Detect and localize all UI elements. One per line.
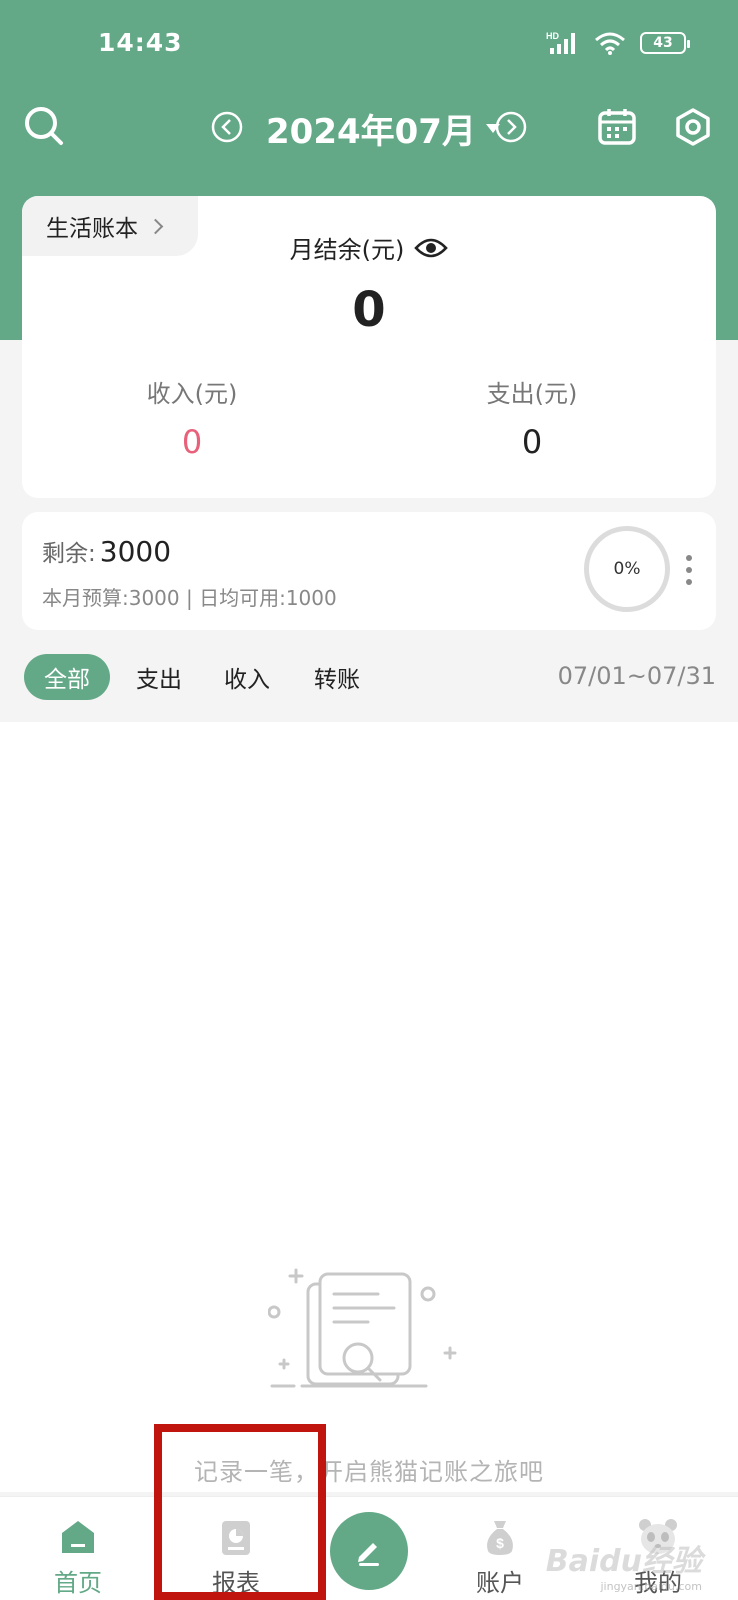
remain-label: 剩余: [42,541,96,567]
balance-label: 月结余(元) [289,236,405,264]
month-label: 2024年07月 [266,112,476,152]
money-bag-icon: $ [478,1515,522,1559]
budget-remaining: 剩余: 3000 [42,534,171,568]
status-bar: 14:43 HD 43 [0,0,738,88]
more-options-icon[interactable] [686,555,692,585]
expense-value: 0 [521,423,543,461]
eye-icon[interactable] [414,236,449,260]
empty-state-text: 记录一笔，开启熊猫记账之旅吧 [194,1458,544,1486]
wifi-icon [595,32,625,55]
filter-tab-transfer[interactable]: 转账 [302,654,372,700]
home-icon [56,1515,100,1559]
tab-home-label: 首页 [54,1569,102,1597]
settings-icon[interactable] [672,106,714,148]
budget-progress-text: 0% [613,559,641,579]
pencil-icon [358,1543,379,1566]
tab-accounts[interactable]: $ 账户 [440,1497,560,1600]
expense-stat: 支出(元) 0 [382,374,682,461]
watermark-url: jingyan.baidu.com [600,1580,702,1593]
watermark-text: Baidu经验 [545,1544,702,1579]
svg-text:HD: HD [546,31,559,41]
svg-text:$: $ [496,1535,504,1551]
tab-home[interactable]: 首页 [18,1497,138,1600]
budget-details: 本月预算:3000 | 日均可用:1000 [42,586,337,610]
budget-card[interactable]: 剩余: 3000 本月预算:3000 | 日均可用:1000 0% [22,512,716,630]
filter-bar: 全部 支出 收入 转账 07/01~07/31 [0,646,738,722]
transaction-list: 记录一笔，开启熊猫记账之旅吧 [0,722,738,1492]
watermark: Baidu经验 jingyan.baidu.com [546,1536,702,1593]
chevron-right-icon[interactable] [494,110,528,144]
empty-document-icon [268,1268,457,1388]
income-label: 收入(元) [146,380,238,408]
battery-icon: 43 [640,32,690,54]
add-record-button[interactable] [330,1512,408,1590]
income-value: 0 [181,423,203,461]
balance-value: 0 [352,282,386,338]
balance-header: 月结余(元) [22,230,716,265]
date-range: 07/01~07/31 [557,662,716,690]
signal-icon: HD [546,31,575,54]
highlight-annotation-box [154,1424,326,1600]
tab-accounts-label: 账户 [476,1569,524,1597]
summary-card: 生活账本 月结余(元) 0 收入(元) 0 支出(元) 0 [22,196,716,498]
status-icons: HD 43 [546,30,690,56]
expense-label: 支出(元) [486,380,578,408]
filter-tab-all[interactable]: 全部 [24,654,110,700]
status-time: 14:43 [98,28,183,57]
filter-tab-expense[interactable]: 支出 [124,654,194,700]
calendar-icon[interactable] [596,106,638,148]
filter-tab-income[interactable]: 收入 [212,654,282,700]
budget-progress-ring: 0% [584,526,670,612]
remain-value: 3000 [99,535,172,568]
chevron-left-icon[interactable] [210,110,244,144]
top-bar: 2024年07月 [0,96,738,166]
month-selector[interactable]: 2024年07月 [266,104,500,153]
income-stat: 收入(元) 0 [42,374,342,461]
search-icon[interactable] [22,104,66,148]
